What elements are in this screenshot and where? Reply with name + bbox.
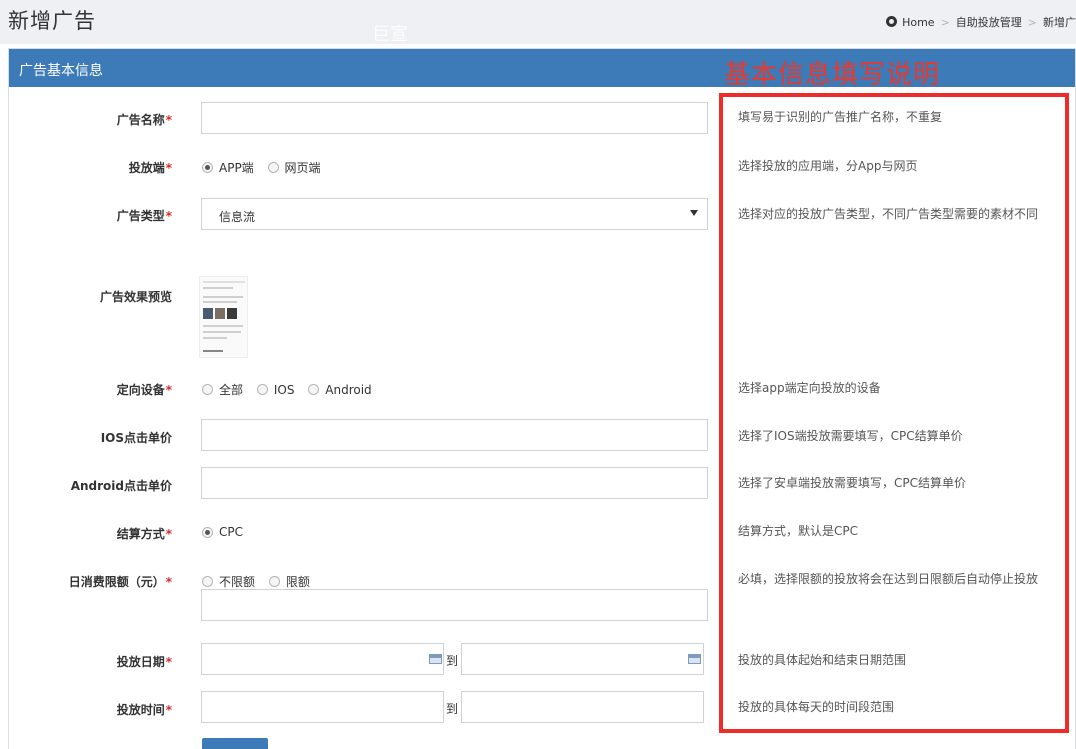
required-mark: * xyxy=(165,527,172,541)
ad-type-label: 广告类型* xyxy=(116,209,172,223)
watermark: 巨宣 xyxy=(372,24,408,45)
channel-label: 投放端* xyxy=(128,161,172,175)
preview-line xyxy=(203,301,237,303)
preview-line xyxy=(203,331,241,333)
radio-dot[interactable] xyxy=(267,162,279,173)
help-time: 投放的具体每天的时间段范围 xyxy=(738,700,895,714)
radio-dot[interactable] xyxy=(308,384,320,395)
calendar-icon[interactable] xyxy=(429,654,442,664)
daily-limit-radio-group: 不限额 限额 xyxy=(202,573,320,590)
android-price-label: Android点击单价 xyxy=(70,479,172,493)
start-date-input[interactable] xyxy=(201,643,444,675)
ad-name-input[interactable] xyxy=(201,102,708,134)
required-mark: * xyxy=(165,209,172,223)
radio-dot[interactable] xyxy=(256,384,268,395)
radio-device-ios[interactable]: IOS xyxy=(256,383,294,397)
preview-line xyxy=(203,296,243,298)
channel-radio-group: APP端 网页端 xyxy=(202,159,331,176)
radio-dot[interactable] xyxy=(202,384,213,395)
required-mark: * xyxy=(165,161,172,175)
preview-thumb xyxy=(215,308,225,319)
preview-line xyxy=(203,325,243,327)
radio-dot[interactable] xyxy=(268,576,280,587)
radio-web[interactable]: 网页端 xyxy=(267,159,321,176)
end-time-input[interactable] xyxy=(461,691,704,723)
preview-thumb xyxy=(203,308,213,319)
radio-device-android[interactable]: Android xyxy=(308,383,372,397)
preview-line xyxy=(203,350,223,352)
radio-cpc[interactable]: CPC xyxy=(202,525,243,539)
breadcrumb-current: 新增广 xyxy=(1043,16,1076,29)
breadcrumb-separator: > xyxy=(1027,16,1037,29)
help-overlay-title: 基本信息填写说明 xyxy=(724,60,941,90)
radio-device-all[interactable]: 全部 xyxy=(202,381,243,398)
time-range-to: 到 xyxy=(446,702,459,716)
radio-dot[interactable] xyxy=(202,576,213,587)
radio-dot-selected[interactable] xyxy=(202,526,213,538)
settlement-radio-group: CPC xyxy=(202,525,253,541)
dashboard-icon xyxy=(886,16,898,27)
end-date-input[interactable] xyxy=(461,643,704,675)
required-mark: * xyxy=(165,655,172,669)
ios-price-input[interactable] xyxy=(201,419,708,451)
start-time-input[interactable] xyxy=(201,691,444,723)
help-settlement: 结算方式，默认是CPC xyxy=(738,524,858,538)
ad-name-label: 广告名称* xyxy=(116,113,172,127)
help-channel: 选择投放的应用端，分App与网页 xyxy=(738,159,918,173)
ad-preview-image xyxy=(199,276,248,358)
help-ad-name: 填写易于识别的广告推广名称，不重复 xyxy=(738,110,943,124)
dropdown-arrow-icon xyxy=(690,210,698,216)
date-label: 投放日期* xyxy=(116,655,172,669)
device-radio-group: 全部 IOS Android xyxy=(202,381,382,398)
breadcrumb-home[interactable]: Home xyxy=(902,16,934,29)
submit-button[interactable] xyxy=(202,738,268,749)
help-ad-type: 选择对应的投放广告类型，不同广告类型需要的素材不同 xyxy=(738,207,1039,221)
required-mark: * xyxy=(165,575,172,589)
ad-type-value: 信息流 xyxy=(219,210,256,224)
help-date: 投放的具体起始和结束日期范围 xyxy=(738,653,907,667)
radio-app[interactable]: APP端 xyxy=(202,159,254,176)
breadcrumb-ad-management[interactable]: 自助投放管理 xyxy=(956,16,1022,29)
ad-type-select[interactable]: 信息流 xyxy=(201,198,708,230)
breadcrumb-separator: > xyxy=(940,16,950,29)
preview-label: 广告效果预览 xyxy=(99,290,172,304)
android-price-input[interactable] xyxy=(201,467,708,499)
required-mark: * xyxy=(165,703,172,717)
radio-no-limit[interactable]: 不限额 xyxy=(202,573,255,590)
radio-limit[interactable]: 限额 xyxy=(268,573,310,590)
settlement-label: 结算方式* xyxy=(116,527,172,541)
ios-price-label: IOS点击单价 xyxy=(100,431,172,445)
preview-line xyxy=(203,287,233,289)
calendar-icon[interactable] xyxy=(688,654,701,664)
page-title: 新增广告 xyxy=(8,9,96,33)
radio-dot-selected[interactable] xyxy=(202,162,213,173)
daily-limit-input[interactable] xyxy=(201,589,708,621)
preview-thumb xyxy=(227,308,237,319)
help-annotation-box xyxy=(719,93,1069,733)
required-mark: * xyxy=(165,113,172,127)
help-android-price: 选择了安卓端投放需要填写，CPC结算单价 xyxy=(738,476,966,490)
help-ios-price: 选择了IOS端投放需要填写，CPC结算单价 xyxy=(738,429,963,443)
time-label: 投放时间* xyxy=(116,703,172,717)
device-label: 定向设备* xyxy=(116,383,172,397)
help-device: 选择app端定向投放的设备 xyxy=(738,381,881,395)
panel-heading-title: 广告基本信息 xyxy=(19,63,103,79)
date-range-to: 到 xyxy=(446,654,459,668)
preview-status-bar xyxy=(203,281,245,283)
daily-limit-label: 日消费限额（元）* xyxy=(68,575,172,589)
preview-line xyxy=(203,337,227,339)
help-daily-limit: 必填，选择限额的投放将会在达到日限额后自动停止投放 xyxy=(738,572,1039,586)
breadcrumb: Home > 自助投放管理 > 新增广 xyxy=(886,14,1076,30)
required-mark: * xyxy=(165,383,172,397)
